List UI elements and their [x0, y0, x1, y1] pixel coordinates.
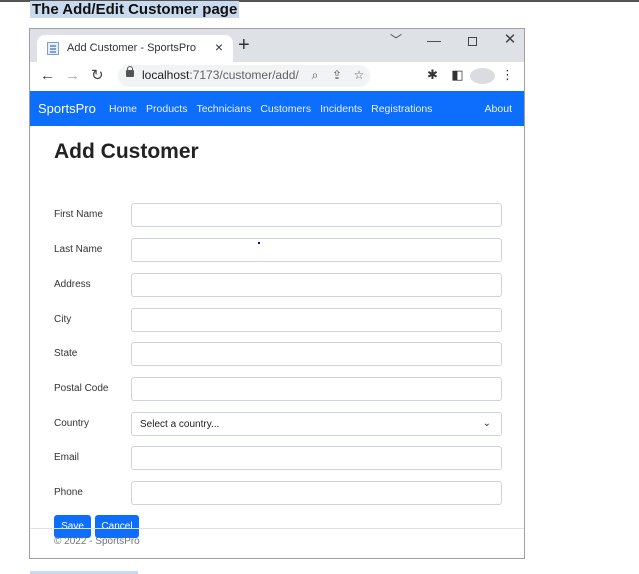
page-favicon-icon — [47, 42, 59, 55]
browser-toolbar: ← → ↻ localhost:7173/customer/add/ ⌕ ⇪ ☆ ✱… — [30, 62, 524, 91]
brand-link[interactable]: SportsPro — [38, 101, 96, 116]
phone-label: Phone — [54, 487, 83, 498]
nav-technicians[interactable]: Technicians — [196, 103, 251, 115]
zoom-icon[interactable]: ⌕ — [304, 68, 326, 83]
nav-about[interactable]: About — [485, 103, 512, 115]
email-input[interactable] — [131, 446, 502, 470]
cancel-button[interactable]: Cancel — [95, 515, 139, 538]
city-label: City — [54, 314, 72, 325]
first-name-input[interactable] — [131, 203, 502, 227]
nav-registrations[interactable]: Registrations — [371, 103, 432, 115]
country-label: Country — [54, 418, 90, 429]
save-button[interactable]: Save — [54, 515, 91, 538]
minimize-icon[interactable]: — — [424, 32, 444, 48]
email-label: Email — [54, 452, 80, 463]
country-selected-value: Select a country... — [140, 419, 220, 430]
state-label: State — [54, 348, 78, 359]
email-row: Email — [54, 446, 502, 471]
page-title: Add Customer — [54, 140, 199, 163]
lock-icon — [126, 66, 134, 77]
new-tab-button[interactable]: + — [238, 35, 250, 55]
page-content: Add Customer First Name Last Name Addres… — [30, 126, 524, 538]
more-menu-icon[interactable]: ⋮ — [495, 67, 520, 83]
nav-products[interactable]: Products — [146, 103, 187, 115]
forward-arrow-icon[interactable]: → — [65, 67, 80, 84]
footer-divider — [30, 528, 524, 529]
postal-code-label: Postal Code — [54, 383, 109, 394]
nav-home[interactable]: Home — [109, 103, 137, 115]
maximize-icon[interactable] — [462, 33, 482, 49]
address-row: Address — [54, 273, 502, 298]
url-text: localhost:7173/customer/add/ — [142, 68, 299, 82]
cursor-dot — [258, 242, 260, 244]
bookmark-star-icon[interactable]: ☆ — [348, 68, 370, 82]
address-input[interactable] — [131, 273, 502, 297]
phone-row: Phone — [54, 481, 502, 506]
profile-avatar-icon[interactable] — [470, 67, 495, 84]
state-input[interactable] — [131, 342, 502, 366]
last-name-row: Last Name — [54, 238, 502, 263]
country-select[interactable]: Select a country... ⌄ — [131, 412, 502, 436]
close-window-icon[interactable]: ✕ — [500, 30, 520, 48]
city-input[interactable] — [131, 308, 502, 332]
address-label: Address — [54, 279, 91, 290]
city-row: City — [54, 308, 502, 333]
document-heading: The Add/Edit Customer page — [30, 1, 240, 18]
state-row: State — [54, 342, 502, 367]
footer-copyright: © 2022 - SportsPro — [54, 536, 140, 547]
browser-window: Add Customer - SportsPro × + ﹀ — ✕ ← → ↻… — [29, 28, 525, 559]
back-arrow-icon[interactable]: ← — [40, 67, 55, 84]
postal-code-row: Postal Code — [54, 377, 502, 402]
address-bar[interactable]: localhost:7173/customer/add/ ⌕ ⇪ ☆ — [118, 65, 370, 87]
postal-code-input[interactable] — [131, 377, 502, 401]
nav-incidents[interactable]: Incidents — [320, 103, 362, 115]
last-name-label: Last Name — [54, 244, 103, 255]
first-name-label: First Name — [54, 209, 103, 220]
tab-search-chevron-icon[interactable]: ﹀ — [386, 31, 406, 48]
close-tab-icon[interactable]: × — [215, 39, 223, 55]
nav-customers[interactable]: Customers — [260, 103, 311, 115]
site-navbar: SportsPro Home Products Technicians Custome… — [30, 91, 524, 126]
phone-input[interactable] — [131, 481, 502, 505]
tab-bar: Add Customer - SportsPro × + ﹀ — ✕ — [30, 29, 524, 62]
reload-icon[interactable]: ↻ — [91, 66, 104, 84]
side-panel-icon[interactable]: ◧ — [445, 67, 470, 83]
country-row: Country Select a country... ⌄ — [54, 412, 502, 437]
extensions-puzzle-icon[interactable]: ✱ — [420, 67, 445, 83]
first-name-row: First Name — [54, 203, 502, 228]
tab-title: Add Customer - SportsPro — [67, 42, 196, 54]
last-name-input[interactable] — [131, 238, 502, 262]
browser-tab[interactable]: Add Customer - SportsPro × — [37, 35, 233, 62]
nav-links: Home Products Technicians Customers Incident… — [109, 103, 441, 115]
share-icon[interactable]: ⇪ — [326, 68, 348, 82]
chevron-down-icon: ⌄ — [482, 418, 491, 429]
